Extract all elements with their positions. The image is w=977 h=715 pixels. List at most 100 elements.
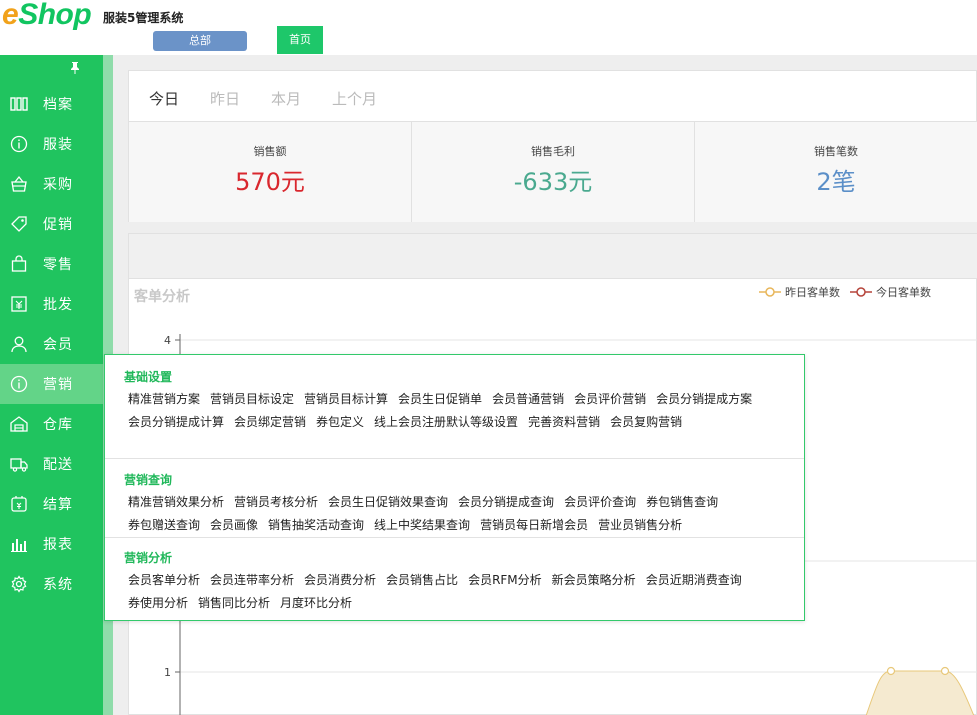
menu-link[interactable]: 营销员每日新增会员 [480, 514, 588, 537]
menu-link[interactable]: 会员RFM分析 [468, 569, 542, 592]
menu-link[interactable]: 券包定义 [316, 411, 364, 434]
sidebar-item-label: 配送 [43, 457, 73, 473]
menu-link[interactable]: 会员生日促销效果查询 [328, 491, 448, 514]
menu-link[interactable]: 精准营销效果分析 [128, 491, 224, 514]
legend-yesterday-marker [759, 287, 781, 297]
menu-link[interactable]: 会员画像 [210, 514, 258, 537]
tab-today[interactable]: 今日 [149, 88, 179, 109]
menu-section-links: 精准营销效果分析 营销员考核分析 会员生日促销效果查询 会员分销提成查询 会员评价查询券… [128, 491, 798, 537]
menu-link[interactable]: 销售抽奖活动查询 [268, 514, 364, 537]
period-tabs: 今日 昨日 本月 上个月 [149, 88, 408, 109]
chart-title: 客单分析 [134, 289, 190, 305]
basket-icon [9, 174, 29, 194]
stat-value: 570元 [235, 168, 305, 196]
stat-label: 销售毛利 [531, 145, 575, 158]
yesterday-series-point[interactable] [940, 666, 950, 676]
sidebar-item-6[interactable]: 会员 [0, 324, 103, 364]
menu-link[interactable]: 营销员目标设定 [210, 388, 294, 411]
menu-link[interactable]: 会员评价营销 [574, 388, 646, 411]
menu-section-title: 基础设置 [124, 370, 173, 384]
sidebar-item-11[interactable]: 报表 [0, 524, 103, 564]
sidebar-item-label: 采购 [43, 177, 73, 193]
sidebar-item-3[interactable]: 促销 [0, 204, 103, 244]
menu-link[interactable]: 会员评价查询 [564, 491, 636, 514]
menu-link[interactable]: 线上会员注册默认等级设置 [374, 411, 518, 434]
legend-yesterday[interactable]: 昨日客单数 [759, 284, 840, 300]
user-icon [9, 334, 29, 354]
eshop-logo[interactable]: eShop [2, 0, 92, 32]
menu-section-title: 营销查询 [124, 473, 173, 487]
menu-link[interactable]: 会员普通营销 [492, 388, 564, 411]
menu-link[interactable]: 券使用分析 [128, 592, 188, 615]
menu-link[interactable]: 会员消费分析 [304, 569, 376, 592]
menu-section-title: 营销分析 [124, 551, 173, 565]
sidebar-item-label: 报表 [43, 537, 73, 553]
sidebar-item-9[interactable]: 配送 [0, 444, 103, 484]
stat-label: 销售额 [253, 145, 287, 158]
stat-value: 2笔 [816, 168, 856, 196]
sidebar-item-8[interactable]: 仓库 [0, 404, 103, 444]
sidebar-item-label: 仓库 [43, 417, 73, 433]
menu-section-marketing-query: 营销查询 精准营销效果分析 营销员考核分析 会员生日促销效果查询 会员分销提成查询 会员… [105, 458, 804, 537]
system-title: 服装5管理系统 [103, 11, 184, 25]
legend-today[interactable]: 今日客单数 [850, 284, 931, 300]
sidebar-item-label: 系统 [43, 577, 73, 593]
menu-link[interactable]: 营销员目标计算 [304, 388, 388, 411]
menu-link[interactable]: 销售同比分析 [198, 592, 270, 615]
menu-link[interactable]: 会员客单分析 [128, 569, 200, 592]
app-header: eShop 服装5管理系统 总部 首页 [0, 0, 977, 55]
sidebar-item-label: 档案 [43, 97, 73, 113]
menu-link[interactable]: 月度环比分析 [280, 592, 352, 615]
sidebar-item-2[interactable]: 采购 [0, 164, 103, 204]
legend-label: 今日客单数 [876, 286, 931, 299]
stat-label: 销售笔数 [814, 145, 858, 158]
sidebar-item-label: 服装 [43, 137, 73, 153]
legend-today-marker [850, 287, 872, 297]
tab-yesterday[interactable]: 昨日 [210, 88, 240, 109]
yesterday-series-area [865, 670, 975, 715]
menu-link[interactable]: 会员连带率分析 [210, 569, 294, 592]
sidebar-item-12[interactable]: 系统 [0, 564, 103, 604]
menu-link[interactable]: 会员近期消费查询 [646, 569, 742, 592]
headquarters-tab[interactable]: 总部 [153, 31, 247, 51]
pin-icon[interactable] [69, 61, 81, 78]
chart-legend: 昨日客单数 今日客单数 [749, 284, 931, 300]
sidebar-item-10[interactable]: 结算 [0, 484, 103, 524]
shopping-bag-icon [9, 254, 29, 274]
tab-last-month[interactable]: 上个月 [332, 88, 377, 109]
sidebar-item-label: 促销 [43, 217, 73, 233]
menu-link[interactable]: 营业员销售分析 [598, 514, 682, 537]
menu-link[interactable]: 会员销售占比 [386, 569, 458, 592]
sidebar-item-label: 结算 [43, 497, 73, 513]
menu-link[interactable]: 线上中奖结果查询 [374, 514, 470, 537]
menu-link[interactable]: 新会员策略分析 [552, 569, 636, 592]
menu-link[interactable]: 会员生日促销单 [398, 388, 482, 411]
yesterday-series-point[interactable] [886, 666, 896, 676]
sidebar-item-1[interactable]: 服装 [0, 124, 103, 164]
sidebar-item-4[interactable]: 零售 [0, 244, 103, 284]
stat-value: -633元 [513, 168, 593, 196]
truck-icon [9, 454, 29, 474]
menu-link[interactable]: 会员分销提成查询 [458, 491, 554, 514]
stat-gross-profit: 销售毛利 -633元 [412, 122, 695, 222]
menu-link[interactable]: 券包赠送查询 [128, 514, 200, 537]
sidebar-item-7[interactable]: 营销 [0, 364, 103, 404]
menu-link[interactable]: 营销员考核分析 [234, 491, 318, 514]
sidebar-item-5[interactable]: 批发 [0, 284, 103, 324]
gear-icon [9, 574, 29, 594]
menu-link[interactable]: 会员绑定营销 [234, 411, 306, 434]
tab-this-month[interactable]: 本月 [271, 88, 301, 109]
menu-link[interactable]: 会员复购营销 [610, 411, 682, 434]
summary-panel: 今日 昨日 本月 上个月 销售额 570元 销售毛利 -633元 销售笔数 2笔 [128, 70, 977, 222]
bar-chart-icon [9, 534, 29, 554]
menu-link[interactable]: 券包销售查询 [646, 491, 718, 514]
menu-link[interactable]: 会员分销提成方案 [656, 388, 752, 411]
menu-section-links: 会员客单分析 会员连带率分析 会员消费分析 会员销售占比 会员RFM分析 新会员策略分析会… [128, 569, 798, 615]
menu-link[interactable]: 精准营销方案 [128, 388, 200, 411]
home-tab[interactable]: 首页 [277, 26, 323, 54]
menu-link[interactable]: 会员分销提成计算 [128, 411, 224, 434]
menu-link[interactable]: 完善资料营销 [528, 411, 600, 434]
sidebar-item-0[interactable]: 档案 [0, 84, 103, 124]
sidebar-item-label: 会员 [43, 337, 73, 353]
warehouse-icon [9, 414, 29, 434]
